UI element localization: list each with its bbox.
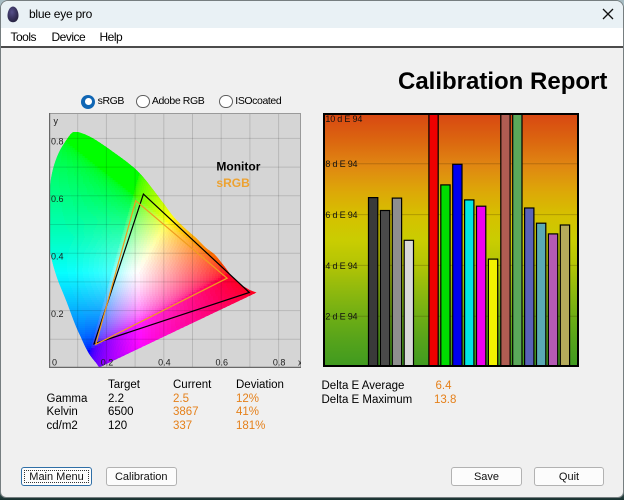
svg-text:x: x xyxy=(298,358,301,368)
svg-text:0: 0 xyxy=(52,358,57,368)
svg-text:y: y xyxy=(54,116,59,126)
svg-text:sRGB: sRGB xyxy=(216,176,250,190)
svg-text:8 d E 94: 8 d E 94 xyxy=(325,159,357,169)
svg-text:0.6: 0.6 xyxy=(216,358,229,368)
svg-text:0.8: 0.8 xyxy=(51,137,64,147)
svg-text:4 d E 94: 4 d E 94 xyxy=(325,261,357,271)
svg-text:Monitor: Monitor xyxy=(216,160,260,174)
svg-text:0.2: 0.2 xyxy=(101,358,114,368)
svg-text:10 d E 94: 10 d E 94 xyxy=(325,114,362,124)
svg-text:2 d E 94: 2 d E 94 xyxy=(325,312,357,322)
svg-text:0.4: 0.4 xyxy=(158,358,171,368)
svg-text:0.2: 0.2 xyxy=(51,309,64,319)
svg-text:0.6: 0.6 xyxy=(51,194,64,204)
svg-text:0.4: 0.4 xyxy=(51,252,64,262)
svg-text:6 d E 94: 6 d E 94 xyxy=(325,210,357,220)
svg-text:0.8: 0.8 xyxy=(273,358,286,368)
